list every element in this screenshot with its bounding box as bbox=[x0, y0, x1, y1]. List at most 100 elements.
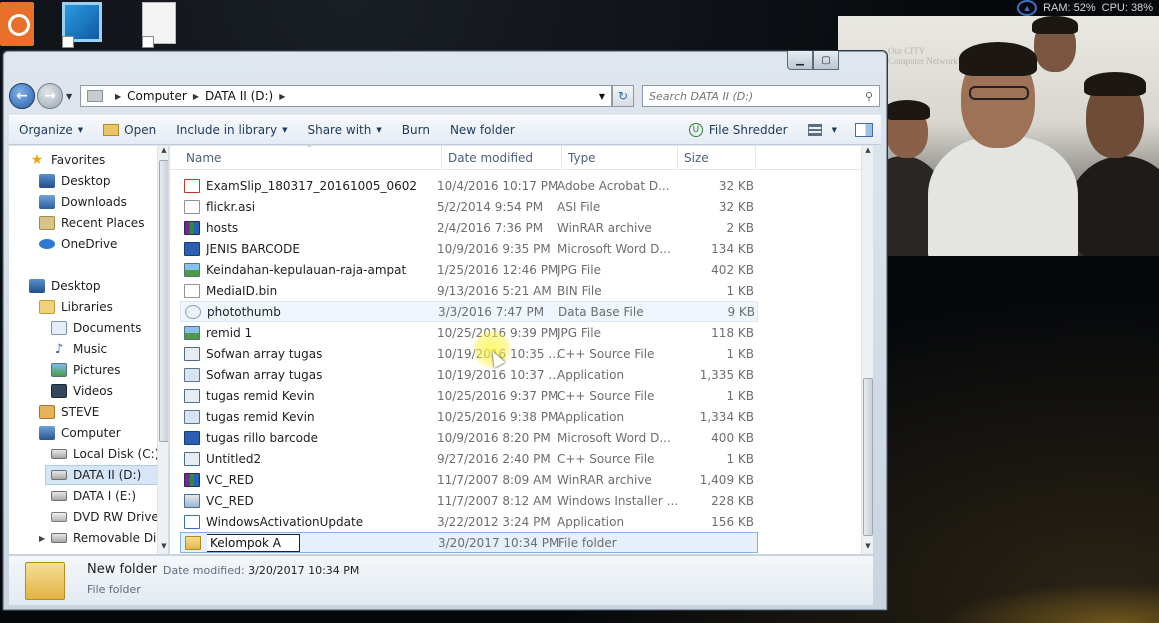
scroll-down-icon[interactable]: ▼ bbox=[862, 542, 873, 554]
nav-local-disk-c[interactable]: Local Disk (C:) bbox=[51, 444, 159, 464]
nav-downloads[interactable]: Downloads bbox=[39, 192, 127, 212]
file-row[interactable]: tugas remid Kevin 10/25/2016 9:38 PM App… bbox=[180, 406, 758, 427]
nav-label: Documents bbox=[73, 321, 142, 335]
forward-button[interactable]: → bbox=[37, 83, 63, 109]
nav-removable-disk[interactable]: ▶ Removable Dis bbox=[39, 528, 163, 548]
nav-data2-d[interactable]: DATA II (D:) bbox=[45, 465, 168, 485]
column-type[interactable]: Type bbox=[562, 146, 678, 170]
file-row[interactable]: photothumb 3/3/2016 7:47 PM Data Base Fi… bbox=[180, 301, 758, 322]
file-row[interactable]: ExamSlip_180317_20161005_0602 10/4/2016 … bbox=[180, 175, 758, 196]
scrollbar-thumb[interactable] bbox=[863, 378, 873, 536]
new-folder-button[interactable]: New folder bbox=[440, 116, 525, 144]
file-row[interactable]: flickr.asi 5/2/2014 9:54 PM ASI File 32 … bbox=[180, 196, 758, 217]
file-size: 156 KB bbox=[711, 514, 754, 529]
view-options-icon[interactable] bbox=[807, 124, 822, 136]
refresh-button[interactable]: ↻ bbox=[612, 85, 634, 107]
file-row[interactable]: WindowsActivationUpdate 3/22/2012 3:24 P… bbox=[180, 511, 758, 532]
nav-onedrive[interactable]: OneDrive bbox=[39, 234, 117, 254]
column-date-modified[interactable]: Date modified bbox=[442, 146, 562, 170]
column-header-row: Name ⌃ Date modified Type Size bbox=[170, 146, 873, 170]
address-bar[interactable]: ▶ Computer ▶ DATA II (D:) ▶ ▼ bbox=[80, 85, 612, 107]
desktop-shortcut-icon[interactable] bbox=[62, 2, 102, 48]
file-size: 1 KB bbox=[726, 283, 754, 298]
include-in-library-button[interactable]: Include in library ▼ bbox=[166, 116, 297, 144]
nav-documents[interactable]: Documents bbox=[51, 318, 141, 338]
nav-label: Computer bbox=[61, 426, 121, 440]
back-button[interactable]: ← bbox=[9, 83, 35, 109]
file-size: 1,409 KB bbox=[699, 472, 754, 487]
nav-desktop[interactable]: Desktop bbox=[29, 276, 101, 296]
file-row[interactable]: MediaID.bin 9/13/2016 5:21 AM BIN File 1… bbox=[180, 280, 758, 301]
desktop-icon bbox=[39, 174, 55, 188]
navigation-pane: ★ Favorites Desktop Downloads Recent Plac… bbox=[9, 146, 169, 554]
file-name: tugas remid Kevin bbox=[206, 388, 315, 403]
nav-user-steve[interactable]: STEVE bbox=[39, 402, 99, 422]
search-icon[interactable]: ⚲ bbox=[865, 90, 873, 103]
history-dropdown-icon[interactable]: ▼ bbox=[66, 92, 76, 101]
rename-field[interactable]: Kelompok A bbox=[207, 533, 447, 552]
search-input[interactable] bbox=[649, 89, 859, 103]
desktop-app-icon[interactable] bbox=[0, 2, 40, 46]
file-date: 11/7/2007 8:12 AM bbox=[437, 493, 552, 508]
organize-button[interactable]: Organize ▼ bbox=[9, 116, 93, 144]
breadcrumb-drive[interactable]: DATA II (D:) bbox=[205, 89, 273, 103]
nav-label: Removable Dis bbox=[73, 531, 163, 545]
nav-data1-e[interactable]: DATA I (E:) bbox=[51, 486, 136, 506]
file-row[interactable]: VC_RED 11/7/2007 8:12 AM Windows Install… bbox=[180, 490, 758, 511]
stage-glow bbox=[939, 583, 1159, 623]
scroll-up-icon[interactable]: ▲ bbox=[862, 146, 873, 158]
nav-recent-places[interactable]: Recent Places bbox=[39, 213, 144, 233]
address-dropdown-icon[interactable]: ▼ bbox=[599, 92, 605, 101]
nav-videos[interactable]: Videos bbox=[51, 381, 113, 401]
scrollbar-thumb[interactable] bbox=[159, 160, 168, 442]
nav-label: Favorites bbox=[51, 153, 106, 167]
nav-pictures[interactable]: Pictures bbox=[51, 360, 121, 380]
minimize-button[interactable]: ▁ bbox=[787, 51, 813, 70]
scroll-down-icon[interactable]: ▼ bbox=[158, 542, 168, 554]
nav-scrollbar[interactable]: ▲ ▼ bbox=[157, 146, 168, 554]
scroll-up-icon[interactable]: ▲ bbox=[158, 146, 168, 158]
file-row[interactable]: VC_RED 11/7/2007 8:09 AM WinRAR archive … bbox=[180, 469, 758, 490]
breadcrumb-computer[interactable]: Computer bbox=[127, 89, 187, 103]
desktop-file-shortcut-icon[interactable] bbox=[142, 2, 182, 48]
nav-music[interactable]: ♪ Music bbox=[51, 339, 107, 359]
file-name: flickr.asi bbox=[206, 199, 256, 214]
nav-favorites[interactable]: ★ Favorites bbox=[29, 150, 106, 170]
column-size[interactable]: Size bbox=[678, 146, 756, 170]
file-size: 2 KB bbox=[726, 220, 754, 235]
file-list-scrollbar[interactable]: ▲ ▼ bbox=[861, 146, 873, 554]
file-row[interactable]: tugas rillo barcode 10/9/2016 8:20 PM Mi… bbox=[180, 427, 758, 448]
file-size: 118 KB bbox=[711, 325, 754, 340]
file-row[interactable]: Keindahan-kepulauan-raja-ampat 1/25/2016… bbox=[180, 259, 758, 280]
file-row[interactable]: Sofwan array tugas 10/19/2016 10:35 ... … bbox=[180, 343, 758, 364]
file-row[interactable]: tugas remid Kevin 10/25/2016 9:37 PM C++… bbox=[180, 385, 758, 406]
nav-computer[interactable]: Computer bbox=[39, 423, 121, 443]
dvd-drive-icon bbox=[51, 512, 67, 522]
desktop-icon bbox=[29, 279, 45, 293]
maximize-button[interactable]: ▢ bbox=[813, 51, 839, 70]
share-with-button[interactable]: Share with ▼ bbox=[297, 116, 391, 144]
expand-arrow-icon[interactable]: ▶ bbox=[39, 534, 49, 543]
file-row[interactable]: Sofwan array tugas 10/19/2016 10:37 ... … bbox=[180, 364, 758, 385]
burn-button[interactable]: Burn bbox=[392, 116, 440, 144]
cpp-icon bbox=[184, 346, 200, 361]
nav-libraries[interactable]: Libraries bbox=[39, 297, 113, 317]
file-row-selected[interactable]: Kelompok A 3/20/2017 10:34 PM File folde… bbox=[180, 532, 758, 553]
file-row[interactable]: remid 1 10/25/2016 9:39 PM JPG File 118 … bbox=[180, 322, 758, 343]
file-row[interactable]: hosts 2/4/2016 7:36 PM WinRAR archive 2 … bbox=[180, 217, 758, 238]
file-row[interactable]: JENIS BARCODE 10/9/2016 9:35 PM Microsof… bbox=[180, 238, 758, 259]
nav-desktop-favorite[interactable]: Desktop bbox=[39, 171, 111, 191]
file-type: File folder bbox=[558, 535, 617, 550]
search-box[interactable]: ⚲ bbox=[642, 85, 880, 107]
folder-icon bbox=[25, 562, 65, 600]
cloud-icon bbox=[39, 239, 55, 249]
file-shredder-button[interactable]: U File Shredder bbox=[679, 123, 798, 137]
drive-icon bbox=[51, 491, 67, 501]
preview-pane-icon[interactable] bbox=[855, 123, 873, 137]
nav-dvd-drive[interactable]: DVD RW Drive ( bbox=[51, 507, 167, 527]
open-button[interactable]: Open bbox=[93, 116, 166, 144]
rename-input[interactable]: Kelompok A bbox=[207, 533, 300, 552]
file-row[interactable]: Untitled2 9/27/2016 2:40 PM C++ Source F… bbox=[180, 448, 758, 469]
file-date: 10/9/2016 8:20 PM bbox=[437, 430, 551, 445]
chevron-down-icon[interactable]: ▼ bbox=[832, 126, 837, 134]
